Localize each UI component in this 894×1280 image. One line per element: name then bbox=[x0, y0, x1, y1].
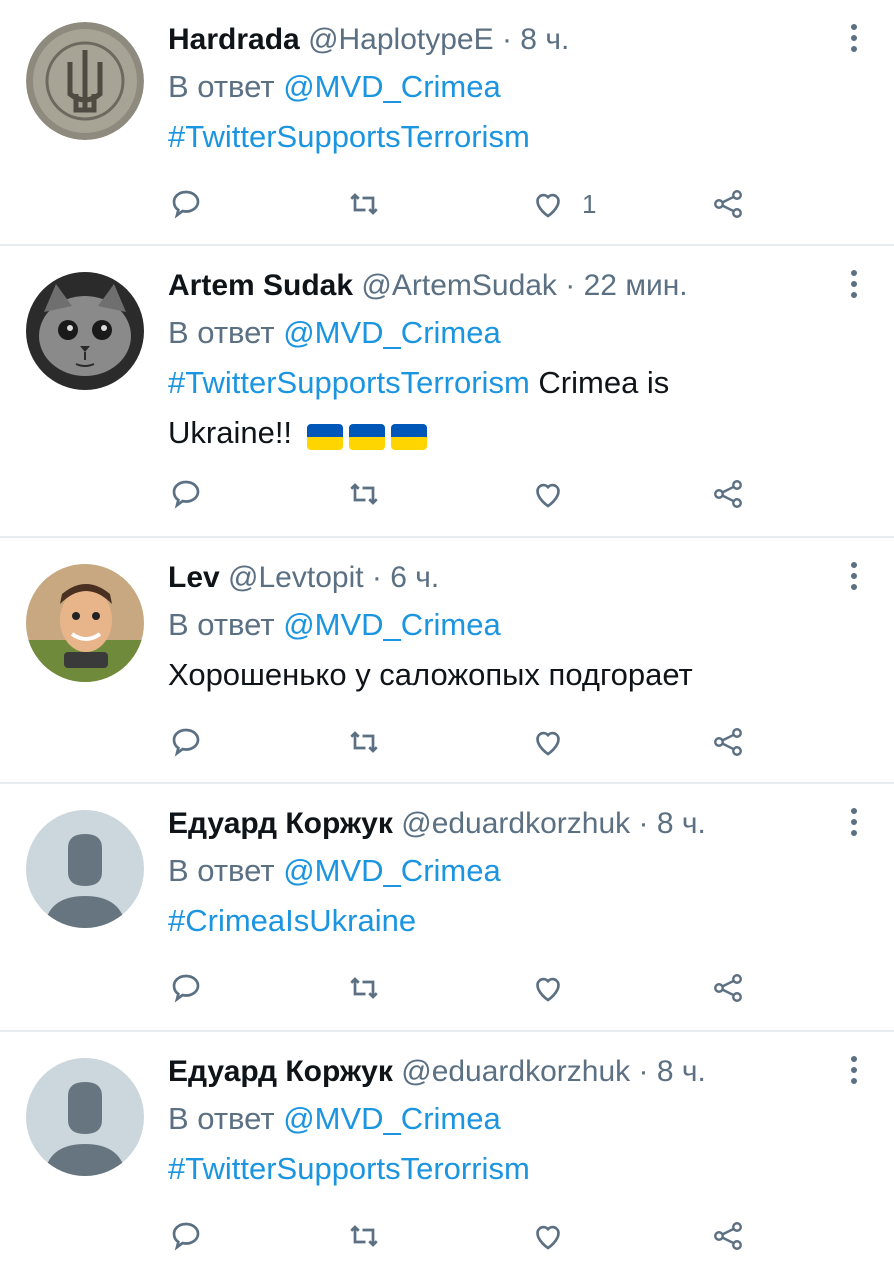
tweet-time[interactable]: 8 ч. bbox=[520, 23, 569, 56]
share-button[interactable] bbox=[710, 472, 746, 516]
author-name[interactable]: Artem Sudak bbox=[168, 269, 353, 302]
like-button[interactable] bbox=[530, 1214, 566, 1258]
reply-button[interactable] bbox=[168, 966, 204, 1010]
more-icon[interactable] bbox=[848, 562, 860, 592]
avatar-person[interactable] bbox=[26, 564, 144, 682]
retweet-button[interactable] bbox=[346, 472, 382, 516]
reply-icon bbox=[172, 1222, 200, 1251]
hashtag-link[interactable]: #TwitterSupportsTerrorism bbox=[168, 119, 530, 154]
retweet-button[interactable] bbox=[346, 720, 382, 764]
reply-icon bbox=[172, 190, 200, 219]
reply-to-link[interactable]: @MVD_Crimea bbox=[283, 607, 501, 642]
reply-prefix: В ответ bbox=[168, 607, 275, 642]
reply-icon bbox=[172, 728, 200, 757]
more-icon[interactable] bbox=[848, 808, 860, 838]
share-button[interactable] bbox=[710, 966, 746, 1010]
reply-icon bbox=[172, 480, 200, 509]
share-icon bbox=[714, 728, 742, 756]
retweet-button[interactable] bbox=[346, 182, 382, 226]
avatar-default[interactable] bbox=[26, 810, 144, 928]
like-button[interactable] bbox=[530, 966, 566, 1010]
tweet-time[interactable]: 8 ч. bbox=[657, 807, 706, 840]
more-icon[interactable] bbox=[848, 24, 860, 54]
reply-to-link[interactable]: @MVD_Crimea bbox=[283, 853, 501, 888]
hashtag-link[interactable]: #TwitterSupportsTerorrism bbox=[168, 1151, 530, 1186]
retweet-icon bbox=[350, 1225, 378, 1247]
tweet-time[interactable]: 6 ч. bbox=[390, 561, 439, 594]
retweet-button[interactable] bbox=[346, 966, 382, 1010]
ukraine-flag-icon bbox=[306, 423, 343, 450]
reply-to-link[interactable]: @MVD_Crimea bbox=[283, 69, 501, 104]
more-icon[interactable] bbox=[848, 1056, 860, 1086]
like-icon bbox=[536, 977, 560, 1002]
share-icon bbox=[714, 974, 742, 1002]
tweet[interactable]: Lev @Levtopit · 6 ч. В ответ @MVD_Crimea… bbox=[0, 538, 894, 784]
ukraine-flag-icon bbox=[390, 423, 427, 450]
tweet-text: Crimea is bbox=[538, 365, 670, 400]
share-icon bbox=[714, 1222, 742, 1250]
like-icon bbox=[536, 1225, 560, 1250]
retweet-icon bbox=[350, 483, 378, 505]
tweet-text: Хорошенько у саложопых подгорает bbox=[168, 657, 693, 692]
share-icon bbox=[714, 190, 742, 218]
reply-prefix: В ответ bbox=[168, 315, 275, 350]
hashtag-link[interactable]: #TwitterSupportsTerrorism bbox=[168, 365, 530, 400]
share-button[interactable] bbox=[710, 720, 746, 764]
reply-button[interactable] bbox=[168, 472, 204, 516]
like-button[interactable]: 1 bbox=[530, 182, 596, 226]
like-icon bbox=[536, 731, 560, 756]
retweet-icon bbox=[350, 977, 378, 999]
author-name[interactable]: Hardrada bbox=[168, 23, 300, 56]
retweet-button[interactable] bbox=[346, 1214, 382, 1258]
reply-button[interactable] bbox=[168, 720, 204, 764]
ukraine-flag-icon bbox=[348, 423, 385, 450]
reply-prefix: В ответ bbox=[168, 853, 275, 888]
reply-button[interactable] bbox=[168, 1214, 204, 1258]
tweet[interactable]: Едуард Коржук @eduardkorzhuk · 8 ч. В от… bbox=[0, 1032, 894, 1280]
avatar-default[interactable] bbox=[26, 1058, 144, 1176]
share-icon bbox=[714, 480, 742, 508]
like-icon bbox=[536, 483, 560, 508]
reply-to-link[interactable]: @MVD_Crimea bbox=[283, 1101, 501, 1136]
author-name[interactable]: Едуард Коржук bbox=[168, 1055, 393, 1088]
reply-to-link[interactable]: @MVD_Crimea bbox=[283, 315, 501, 350]
reply-prefix: В ответ bbox=[168, 69, 275, 104]
more-icon[interactable] bbox=[848, 270, 860, 300]
author-handle[interactable]: @eduardkorzhuk bbox=[401, 1055, 630, 1088]
reply-prefix: В ответ bbox=[168, 1101, 275, 1136]
reply-icon bbox=[172, 974, 200, 1003]
tweet-text: Ukraine!! bbox=[168, 415, 293, 450]
author-handle[interactable]: @Levtopit bbox=[228, 561, 364, 594]
author-handle[interactable]: @ArtemSudak bbox=[361, 269, 557, 302]
author-name[interactable]: Lev bbox=[168, 561, 220, 594]
retweet-icon bbox=[350, 193, 378, 215]
reply-button[interactable] bbox=[168, 182, 204, 226]
like-button[interactable] bbox=[530, 720, 566, 764]
tweet-time[interactable]: 8 ч. bbox=[657, 1055, 706, 1088]
flag-emojis bbox=[306, 410, 433, 460]
like-count: 1 bbox=[582, 188, 597, 219]
share-button[interactable] bbox=[710, 1214, 746, 1258]
tweet[interactable]: Artem Sudak @ArtemSudak · 22 мин. В отве… bbox=[0, 246, 894, 538]
like-button[interactable] bbox=[530, 472, 566, 516]
author-name[interactable]: Едуард Коржук bbox=[168, 807, 393, 840]
tweet-time[interactable]: 22 мин. bbox=[584, 269, 688, 302]
tweet[interactable]: Hardrada @HaplotypeE · 8 ч. В ответ @MVD… bbox=[0, 0, 894, 246]
like-icon bbox=[536, 193, 560, 218]
avatar-cat[interactable] bbox=[26, 272, 144, 390]
tweet[interactable]: Едуард Коржук @eduardkorzhuk · 8 ч. В от… bbox=[0, 784, 894, 1032]
avatar-coin[interactable] bbox=[26, 22, 144, 140]
author-handle[interactable]: @HaplotypeE bbox=[308, 23, 494, 56]
retweet-icon bbox=[350, 731, 378, 753]
share-button[interactable] bbox=[710, 182, 746, 226]
author-handle[interactable]: @eduardkorzhuk bbox=[401, 807, 630, 840]
hashtag-link[interactable]: #CrimeaIsUkraine bbox=[168, 903, 416, 938]
